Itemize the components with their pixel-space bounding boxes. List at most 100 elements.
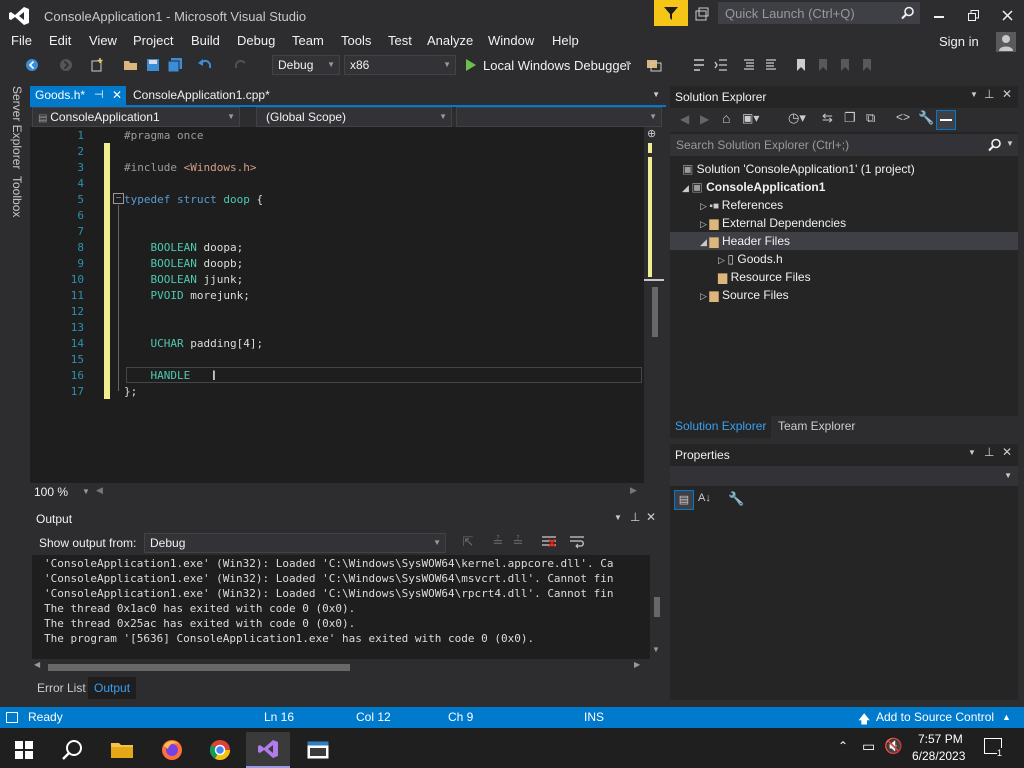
close-panel-icon[interactable]: ✕ xyxy=(1002,445,1012,459)
menu-window[interactable]: Window xyxy=(487,32,535,54)
outdent-icon[interactable] xyxy=(712,56,730,74)
close-button[interactable] xyxy=(994,4,1020,26)
quick-launch-input[interactable]: Quick Launch (Ctrl+Q) xyxy=(718,2,920,24)
menu-view[interactable]: View xyxy=(88,32,118,54)
menu-help[interactable]: Help xyxy=(551,32,580,54)
forward-icon[interactable]: ▶ xyxy=(700,112,709,126)
code-line[interactable]: #include <Windows.h> xyxy=(124,160,256,176)
chevron-up-icon[interactable]: ▲ xyxy=(1002,712,1011,722)
scroll-down-icon[interactable]: ▼ xyxy=(652,645,660,654)
tree-item-references[interactable]: ▷ ▪■ References xyxy=(700,196,783,214)
prev-bookmark-icon[interactable] xyxy=(814,56,832,74)
search-options-icon[interactable]: ▼ xyxy=(1006,139,1014,148)
pin-icon[interactable]: ⊥ xyxy=(984,445,994,459)
file-explorer-button[interactable] xyxy=(100,732,144,768)
word-wrap-icon[interactable] xyxy=(568,533,586,551)
collapse-region-icon[interactable]: − xyxy=(113,193,124,204)
menu-build[interactable]: Build xyxy=(190,32,221,54)
server-explorer-tab[interactable]: Server Explorer xyxy=(10,86,24,169)
code-line[interactable]: #pragma once xyxy=(124,128,203,144)
panel-menu-icon[interactable]: ▼ xyxy=(970,90,978,99)
project-dropdown[interactable]: ▤ ConsoleApplication1 ▼ xyxy=(32,107,240,127)
back-icon[interactable] xyxy=(24,56,40,74)
output-vscroll[interactable]: ▼ xyxy=(650,555,664,659)
solution-platform-select[interactable]: x86 ▼ xyxy=(344,55,456,75)
tree-item-source-files[interactable]: ▷ ▆ Source Files xyxy=(700,286,789,304)
tree-item-external-dependencies[interactable]: ▷ ▆ External Dependencies xyxy=(700,214,846,232)
tab-team-explorer[interactable]: Team Explorer xyxy=(778,419,855,433)
editor-vscroll[interactable]: ⊕ xyxy=(644,127,666,483)
code-line[interactable]: PVOID morejunk; xyxy=(124,288,249,304)
tree-item-header-files[interactable]: ◢ ▆ Header Files xyxy=(700,232,790,250)
step-icon[interactable] xyxy=(690,56,708,74)
visual-studio-taskbar-button[interactable] xyxy=(246,732,290,768)
close-tab-icon[interactable]: ✕ xyxy=(112,86,122,105)
alphabetical-icon[interactable]: A↓ xyxy=(698,492,711,504)
solution-search-box[interactable]: Search Solution Explorer (Ctrl+;) ▼ xyxy=(670,134,1018,156)
feedback-filter-icon[interactable] xyxy=(654,0,688,26)
console-app-taskbar-button[interactable] xyxy=(296,732,340,768)
open-folder-icon[interactable] xyxy=(122,56,140,74)
code-editor[interactable]: − I ⊕ xyxy=(30,127,666,483)
tab-goods-h[interactable]: Goods.h* ⊣ ✕ xyxy=(30,86,126,106)
scroll-right-icon[interactable]: ▶ xyxy=(634,660,640,669)
output-hscroll[interactable]: ◀ ▶ xyxy=(32,660,650,674)
code-line[interactable]: BOOLEAN doopb; xyxy=(124,256,243,272)
toolbox-tab[interactable]: Toolbox xyxy=(10,176,24,217)
network-icon[interactable]: ▭ xyxy=(862,738,875,755)
tree-item-resource-files[interactable]: ▆ Resource Files xyxy=(718,268,811,286)
redo-icon[interactable] xyxy=(232,56,250,74)
clear-bookmarks-icon[interactable] xyxy=(858,56,876,74)
clear-all-icon[interactable] xyxy=(540,533,558,551)
search-button[interactable] xyxy=(50,732,94,768)
save-icon[interactable] xyxy=(144,56,162,74)
next-bookmark-icon[interactable] xyxy=(836,56,854,74)
notifications-icon[interactable] xyxy=(694,6,712,22)
back-icon[interactable]: ◀ xyxy=(680,112,689,126)
properties-object-select[interactable]: ▼ xyxy=(670,466,1018,486)
output-source-select[interactable]: Debug ▼ xyxy=(144,533,446,553)
clock-date[interactable]: 6/28/2023 xyxy=(912,749,965,763)
close-panel-icon[interactable]: ✕ xyxy=(1002,87,1012,101)
close-panel-icon[interactable]: ✕ xyxy=(646,510,656,524)
pin-icon[interactable]: ⊣ xyxy=(94,86,104,105)
code-line[interactable]: UCHAR padding[4]; xyxy=(124,336,263,352)
start-button[interactable] xyxy=(2,732,46,768)
tree-item-goods-h[interactable]: ▷ ▯ Goods.h xyxy=(718,250,783,268)
start-debugging-button[interactable]: Local Windows Debugger ▼ xyxy=(462,55,632,75)
member-dropdown[interactable]: ▼ xyxy=(456,107,662,127)
tab-output[interactable]: Output xyxy=(88,677,137,699)
scroll-thumb[interactable] xyxy=(48,664,350,671)
minimize-button[interactable] xyxy=(926,4,952,26)
code-line[interactable]: typedef struct doop { xyxy=(124,192,263,208)
forward-icon[interactable] xyxy=(58,56,74,74)
menu-file[interactable]: File xyxy=(10,32,33,54)
restore-button[interactable] xyxy=(960,4,986,26)
show-hidden-icons-icon[interactable]: ⌃ xyxy=(838,739,848,753)
menu-tools[interactable]: Tools xyxy=(340,32,372,54)
code-line[interactable]: BOOLEAN doopa; xyxy=(124,240,243,256)
show-all-files-icon[interactable]: ⧉ xyxy=(866,110,875,126)
scroll-right-icon[interactable]: ▶ xyxy=(630,485,637,496)
tab-list-dropdown-icon[interactable]: ▼ xyxy=(652,90,660,99)
code-line[interactable]: }; xyxy=(124,384,137,400)
view-code-icon[interactable]: <> xyxy=(896,110,910,124)
code-line[interactable]: HANDLE xyxy=(124,368,190,384)
menu-team[interactable]: Team xyxy=(291,32,325,54)
code-line[interactable]: BOOLEAN jjunk; xyxy=(124,272,243,288)
prev-message-icon[interactable]: ≟ xyxy=(490,534,506,550)
collapse-all-icon[interactable]: ❐ xyxy=(844,110,856,126)
pin-icon[interactable]: ⊥ xyxy=(984,87,994,101)
solution-configuration-select[interactable]: Debug ▼ xyxy=(272,55,340,75)
split-icon[interactable]: ⊕ xyxy=(647,127,656,140)
menu-test[interactable]: Test xyxy=(387,32,413,54)
scroll-left-icon[interactable]: ◀ xyxy=(34,660,40,669)
pending-changes-icon[interactable]: ◷▾ xyxy=(788,110,806,126)
tab-solution-explorer[interactable]: Solution Explorer xyxy=(670,416,772,438)
scope-dropdown[interactable]: (Global Scope) ▼ xyxy=(256,107,452,127)
new-project-icon[interactable] xyxy=(88,56,106,74)
property-pages-icon[interactable]: 🔧 xyxy=(728,491,744,507)
bookmark-icon[interactable] xyxy=(792,56,810,74)
add-to-source-control-button[interactable]: Add to Source Control xyxy=(876,710,994,724)
scroll-thumb[interactable] xyxy=(652,287,658,337)
